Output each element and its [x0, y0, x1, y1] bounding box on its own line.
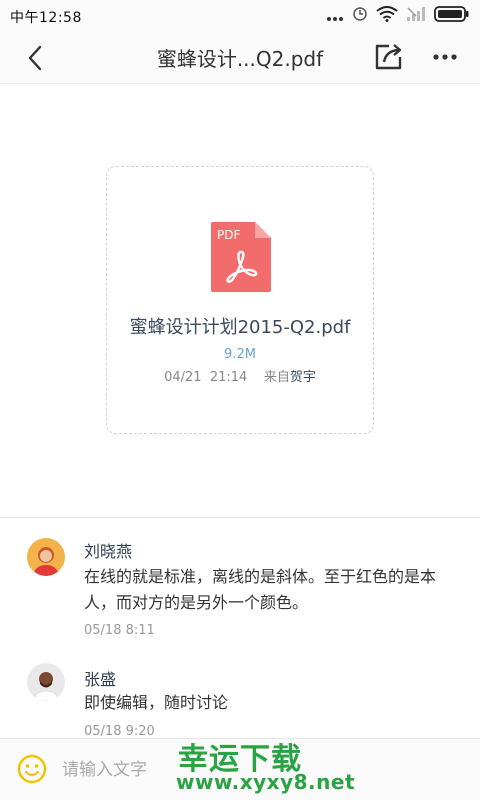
file-size: 9.2M: [224, 347, 256, 362]
more-dots-icon: [326, 7, 344, 26]
comment-text: 在线的就是标准，离线的是斜体。至于红色的是本人，而对方的是另外一个颜色。: [84, 567, 437, 612]
pdf-file-icon: PDF: [211, 222, 271, 292]
comment-author[interactable]: 刘晓燕: [84, 538, 132, 562]
file-card[interactable]: PDF 蜜蜂设计计划2015-Q2.pdf 9.2M 04/21 21:14 来…: [106, 166, 374, 434]
status-bar: 中午12:58: [0, 0, 480, 32]
battery-icon: [434, 6, 470, 26]
share-icon[interactable]: [372, 40, 406, 74]
comment-list: 刘晓燕 在线的就是标准，离线的是斜体。至于红色的是本人，而对方的是另外一个颜色。…: [0, 518, 480, 738]
more-icon[interactable]: [428, 40, 462, 74]
comment-time: 05/18 9:20: [84, 724, 155, 738]
comment-time: 05/18 8:11: [84, 623, 155, 638]
pdf-icon-label: PDF: [217, 228, 240, 242]
comment-text: 即使编辑，随时讨论: [84, 693, 229, 712]
file-time: 21:14: [209, 370, 248, 385]
from-label: 来自: [263, 370, 290, 385]
page-title: 蜜蜂设计...Q2.pdf: [156, 47, 324, 71]
signal-icon: [406, 6, 426, 26]
file-name: 蜜蜂设计计划2015-Q2.pdf: [129, 317, 351, 338]
file-meta: 04/21 21:14 来自贺宇: [107, 366, 373, 385]
avatar[interactable]: [27, 538, 65, 576]
comment-author[interactable]: 张盛: [84, 666, 116, 690]
emoji-icon[interactable]: [16, 753, 48, 785]
status-icons: [326, 6, 470, 26]
status-time: 中午12:58: [10, 10, 82, 26]
watermark-url: www.xyxy8.net: [176, 770, 355, 794]
watermark: 幸运下载 www.xyxy8.net: [160, 730, 480, 800]
back-icon[interactable]: [20, 42, 52, 74]
file-sender[interactable]: 贺宇: [290, 370, 316, 385]
nav-bar: 蜜蜂设计...Q2.pdf: [0, 32, 480, 84]
avatar[interactable]: [27, 663, 65, 701]
wifi-icon: [376, 6, 398, 26]
alarm-icon: [352, 6, 368, 26]
file-date: 04/21: [164, 370, 202, 385]
